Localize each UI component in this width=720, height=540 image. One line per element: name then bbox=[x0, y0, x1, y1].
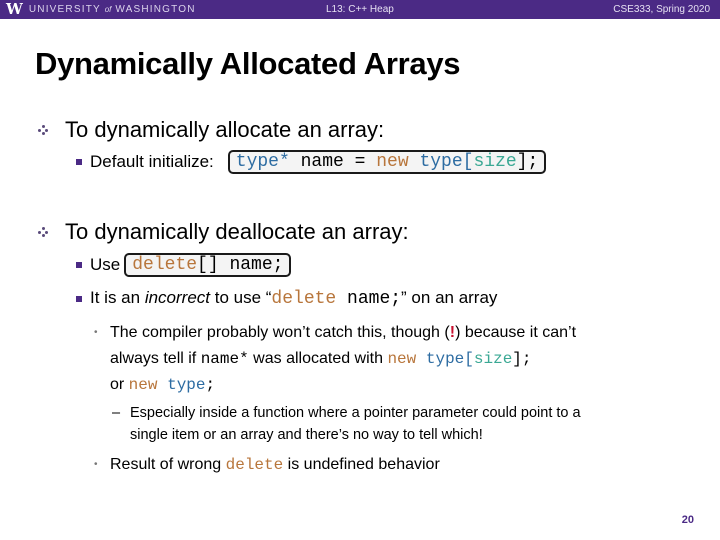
code-box-new-array: type* name = new type[size]; bbox=[227, 150, 547, 174]
sub-bullet-incorrect: It is an incorrect to use “delete name;”… bbox=[76, 288, 497, 309]
dot-bullet-icon: • bbox=[94, 327, 98, 338]
sub-bullet-default-init: Default initialize: type* name = new typ… bbox=[76, 150, 547, 174]
sub-bullet-label: Use bbox=[90, 255, 121, 274]
function-note: – Especially inside a function where a p… bbox=[112, 402, 581, 446]
code-box-delete-array: delete[] name; bbox=[124, 253, 292, 277]
compiler-note: • The compiler probably won’t catch this… bbox=[94, 320, 576, 398]
uw-logo: W UNIVERSITY of WASHINGTON bbox=[6, 2, 196, 17]
university-name: UNIVERSITY of WASHINGTON bbox=[28, 4, 196, 15]
bullet-allocate: To dynamically allocate an array: bbox=[38, 117, 384, 143]
diamond-bullet-icon bbox=[38, 125, 48, 135]
slide-header: W UNIVERSITY of WASHINGTON L13: C++ Heap… bbox=[0, 0, 720, 19]
lecture-title: L13: C++ Heap bbox=[326, 4, 394, 15]
bullet-text: To dynamically deallocate an array: bbox=[65, 219, 409, 244]
bullet-text: To dynamically allocate an array: bbox=[65, 117, 385, 142]
slide-title: Dynamically Allocated Arrays bbox=[35, 46, 461, 81]
sub-bullet-use-delete: Use delete[] name; bbox=[76, 253, 292, 277]
square-bullet-icon bbox=[76, 159, 82, 165]
dash-bullet-icon: – bbox=[112, 405, 121, 421]
page-number: 20 bbox=[681, 514, 694, 526]
sub-bullet-label: Default initialize: bbox=[90, 152, 214, 171]
course-label: CSE333, Spring 2020 bbox=[613, 4, 710, 15]
incorrect-note: It is an incorrect to use “delete name;”… bbox=[90, 288, 498, 309]
square-bullet-icon bbox=[76, 295, 82, 302]
uw-w-icon: W bbox=[6, 0, 23, 18]
diamond-bullet-icon bbox=[38, 227, 48, 237]
square-bullet-icon bbox=[76, 262, 82, 268]
dot-bullet-icon: • bbox=[94, 459, 98, 470]
undefined-behavior-note: • Result of wrong delete is undefined be… bbox=[94, 452, 440, 478]
bullet-deallocate: To dynamically deallocate an array: bbox=[38, 219, 409, 245]
